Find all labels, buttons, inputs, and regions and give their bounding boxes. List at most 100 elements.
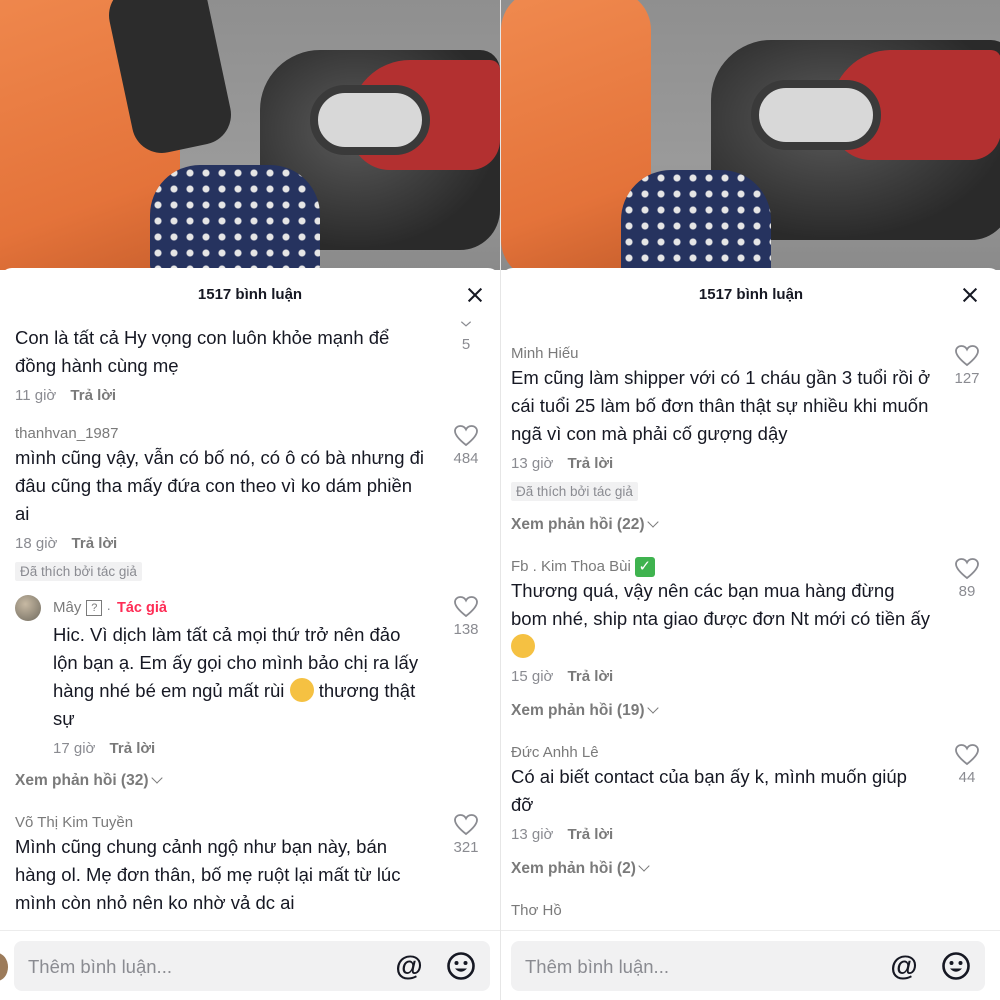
- like-button[interactable]: 321: [446, 813, 486, 856]
- comment-item: Minh Hiếu Em cũng làm shipper với có 1 c…: [501, 344, 1000, 535]
- heart-icon: [454, 425, 478, 447]
- left-screenshot: 1517 bình luận Con là tất cả Hy vọng con…: [0, 0, 500, 1000]
- video-background: [0, 0, 500, 270]
- comment-sheet: 1517 bình luận Con là tất cả Hy vọng con…: [0, 268, 500, 1000]
- comment-author-row: Mây ? · Tác giả: [15, 595, 430, 621]
- avatar: [0, 953, 8, 981]
- like-button[interactable]: 89: [947, 557, 987, 600]
- green-check-icon: ✓: [634, 557, 655, 578]
- comment-username[interactable]: Fb . Kim Thoa Bùi ✓: [511, 557, 931, 578]
- comment-text: Có ai biết contact của bạn ấy k, mình mu…: [511, 766, 907, 815]
- reply-button[interactable]: Trả lời: [568, 826, 614, 843]
- comment-meta: 11 giờ Trả lời: [15, 386, 430, 406]
- comment-input-placeholder: Thêm bình luận...: [525, 956, 669, 977]
- like-count: 89: [958, 583, 976, 600]
- chevron-down-icon: [646, 702, 659, 714]
- comment-item: Mây ? · Tác giả Hic. Vì dịch làm tất cả …: [0, 595, 500, 759]
- comment-input[interactable]: Thêm bình luận... @: [14, 941, 490, 991]
- comment-username[interactable]: thanhvan_1987: [15, 424, 430, 444]
- liked-by-author-badge: Đã thích bởi tác giả: [511, 482, 638, 501]
- comment-item: Đức Anhh Lê Có ai biết contact của bạn ấ…: [501, 743, 1000, 879]
- reply-button[interactable]: Trả lời: [72, 535, 118, 552]
- avatar[interactable]: [15, 595, 41, 621]
- at-icon[interactable]: @: [394, 951, 424, 981]
- comment-input-bar: Thêm bình luận... @: [0, 930, 500, 1000]
- separator-dot: ·: [106, 600, 112, 616]
- comment-input-bar: Thêm bình luận... @: [501, 930, 1000, 1000]
- comment-item: Con là tất cả Hy vọng con luôn khỏe mạnh…: [0, 321, 500, 406]
- comment-count-title: 1517 bình luận: [698, 286, 804, 303]
- view-replies-button[interactable]: Xem phản hồi (22): [511, 515, 931, 535]
- sheet-header: 1517 bình luận: [501, 268, 1000, 322]
- comment-username[interactable]: Mây: [53, 598, 81, 618]
- comment-time: 17 giờ: [53, 740, 96, 757]
- view-replies-row: Xem phản hồi (32): [0, 771, 500, 791]
- comment-username[interactable]: Minh Hiếu: [511, 344, 931, 364]
- reply-button[interactable]: Trả lời: [568, 455, 614, 472]
- emoji-icon[interactable]: [941, 951, 971, 981]
- right-screenshot: 1517 bình luận Minh Hiếu Em cũng làm shi…: [500, 0, 1000, 1000]
- like-button[interactable]: 127: [947, 344, 987, 387]
- comment-text: Mình cũng chung cảnh ngộ như bạn này, bá…: [15, 836, 401, 913]
- heart-icon: [454, 596, 478, 618]
- comment-item: Thơ Hồ: [501, 901, 1000, 921]
- comment-meta: 15 giờ Trả lời: [511, 667, 931, 687]
- comment-meta: 13 giờ Trả lời: [511, 825, 931, 845]
- view-replies-button[interactable]: Xem phản hồi (32): [15, 771, 430, 791]
- comment-text: mình cũng vậy, vẫn có bố nó, có ô có bà …: [15, 447, 425, 524]
- reply-button[interactable]: Trả lời: [70, 387, 116, 404]
- comment-list[interactable]: Con là tất cả Hy vọng con luôn khỏe mạnh…: [0, 318, 500, 938]
- comment-item: Võ Thị Kim Tuyền Mình cũng chung cảnh ng…: [0, 813, 500, 917]
- heart-icon: [454, 814, 478, 836]
- emoji-icon[interactable]: [446, 951, 476, 981]
- comment-time: 15 giờ: [511, 668, 554, 685]
- chevron-down-icon: [460, 321, 472, 327]
- grimacing-emoji: [511, 634, 535, 658]
- comment-input[interactable]: Thêm bình luận... @: [511, 941, 985, 991]
- view-replies-button[interactable]: Xem phản hồi (19): [511, 701, 931, 721]
- like-button[interactable]: 138: [446, 595, 486, 638]
- comment-meta: 18 giờ Trả lời: [15, 534, 430, 554]
- comment-text: Thương quá, vậy nên các bạn mua hàng đừn…: [511, 577, 931, 661]
- comment-count-title: 1517 bình luận: [197, 286, 303, 303]
- comment-username[interactable]: Võ Thị Kim Tuyền: [15, 813, 430, 833]
- sheet-header: 1517 bình luận: [0, 268, 500, 322]
- close-icon[interactable]: [464, 284, 486, 306]
- at-icon[interactable]: @: [889, 951, 919, 981]
- comment-text: Em cũng làm shipper với có 1 cháu gần 3 …: [511, 367, 931, 444]
- like-button[interactable]: 484: [446, 424, 486, 467]
- like-count: 44: [958, 769, 976, 786]
- comment-time: 18 giờ: [15, 535, 58, 552]
- like-count: 127: [954, 370, 980, 387]
- comment-time: 13 giờ: [511, 826, 554, 843]
- like-count: 5: [461, 336, 471, 353]
- like-count: 484: [453, 450, 479, 467]
- close-icon[interactable]: [959, 284, 981, 306]
- comment-list[interactable]: Minh Hiếu Em cũng làm shipper với có 1 c…: [501, 318, 1000, 938]
- video-background: [501, 0, 1000, 270]
- comment-username[interactable]: Đức Anhh Lê: [511, 743, 931, 763]
- reply-button[interactable]: Trả lời: [568, 668, 614, 685]
- liked-by-author-badge: Đã thích bởi tác giả: [15, 562, 142, 581]
- like-button[interactable]: 44: [947, 743, 987, 786]
- view-replies-button[interactable]: Xem phản hồi (2): [511, 859, 931, 879]
- comment-item: Fb . Kim Thoa Bùi ✓ Thương quá, vậy nên c…: [501, 557, 1000, 721]
- heart-icon: [955, 558, 979, 580]
- comment-time: 11 giờ: [15, 387, 57, 404]
- unknown-glyph-box: ?: [86, 600, 103, 616]
- author-tag: Tác giả: [117, 600, 167, 616]
- chevron-down-icon: [646, 516, 659, 528]
- heart-icon: [955, 744, 979, 766]
- pleading-face-emoji: [289, 678, 314, 702]
- comment-input-placeholder: Thêm bình luận...: [28, 956, 172, 977]
- reply-button[interactable]: Trả lời: [110, 740, 156, 757]
- comment-username[interactable]: Thơ Hồ: [511, 901, 931, 921]
- like-button[interactable]: 5: [446, 320, 486, 353]
- comment-sheet: 1517 bình luận Minh Hiếu Em cũng làm shi…: [501, 268, 1000, 1000]
- like-count: 321: [453, 839, 479, 856]
- comment-text: Hic. Vì dịch làm tất cả mọi thứ trở nên …: [53, 621, 430, 733]
- comment-item: thanhvan_1987 mình cũng vậy, vẫn có bố n…: [0, 424, 500, 581]
- comment-meta: 17 giờ Trả lời: [53, 739, 430, 759]
- comment-time: 13 giờ: [511, 455, 554, 472]
- comment-meta: 13 giờ Trả lời: [511, 454, 931, 474]
